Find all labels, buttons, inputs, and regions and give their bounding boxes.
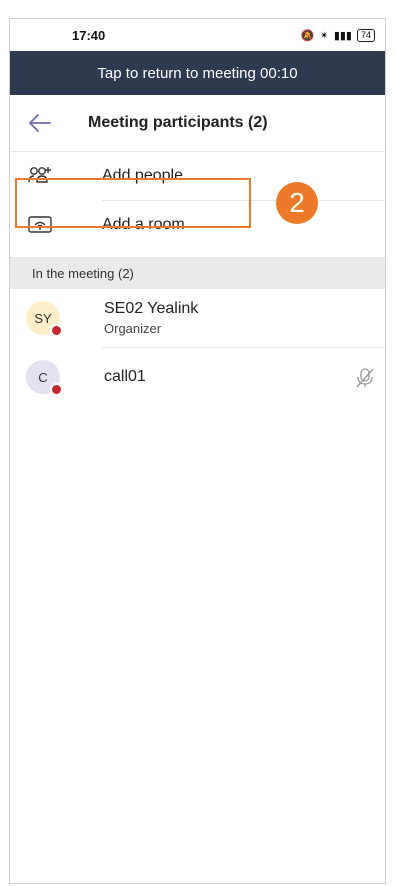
room-icon: [10, 214, 70, 236]
return-to-meeting-banner[interactable]: Tap to return to meeting 00:10: [10, 51, 385, 95]
back-arrow-icon: [29, 114, 51, 132]
page-header: Meeting participants (2): [10, 95, 385, 152]
bluetooth-icon: ✴: [319, 29, 329, 42]
presence-status-icon: [50, 383, 63, 396]
back-button[interactable]: [10, 95, 70, 151]
return-banner-text: Tap to return to meeting 00:10: [97, 64, 298, 82]
signal-icon: ▮▮▮: [333, 29, 352, 42]
status-time: 17:40: [72, 27, 106, 43]
participant-role: Organizer: [104, 321, 162, 336]
avatar: SY: [26, 301, 63, 337]
presence-status-icon: [50, 324, 63, 337]
add-people-icon: [10, 165, 70, 187]
participant-row[interactable]: C call01: [10, 348, 385, 406]
phone-screen: 17:40 🔕 ✴ ▮▮▮ 74 Tap to return to meetin…: [9, 18, 386, 884]
avatar: C: [26, 360, 63, 396]
add-a-room-label: Add a room: [102, 216, 185, 233]
mic-off-icon: [355, 367, 375, 394]
mute-notification-icon: 🔕: [300, 29, 315, 42]
page-title: Meeting participants (2): [88, 114, 268, 131]
avatar-initials: C: [38, 369, 48, 385]
section-title: In the meeting (2): [32, 265, 134, 281]
add-people-button[interactable]: Add people: [10, 152, 385, 200]
status-bar: 17:40 🔕 ✴ ▮▮▮ 74: [10, 19, 385, 51]
step-number: 2: [289, 187, 305, 218]
step-number-badge: 2: [276, 182, 318, 224]
avatar-initials: SY: [34, 310, 52, 326]
status-icons: 🔕 ✴ ▮▮▮ 74: [300, 28, 375, 42]
participant-name: SE02 Yealink: [104, 300, 199, 317]
section-header: In the meeting (2): [10, 257, 385, 289]
participant-name: call01: [104, 368, 146, 385]
battery-icon: 74: [356, 28, 375, 42]
add-a-room-button[interactable]: Add a room: [10, 201, 385, 249]
participant-row[interactable]: SY SE02 Yealink Organizer: [10, 289, 385, 347]
add-people-label: Add people: [102, 167, 183, 184]
